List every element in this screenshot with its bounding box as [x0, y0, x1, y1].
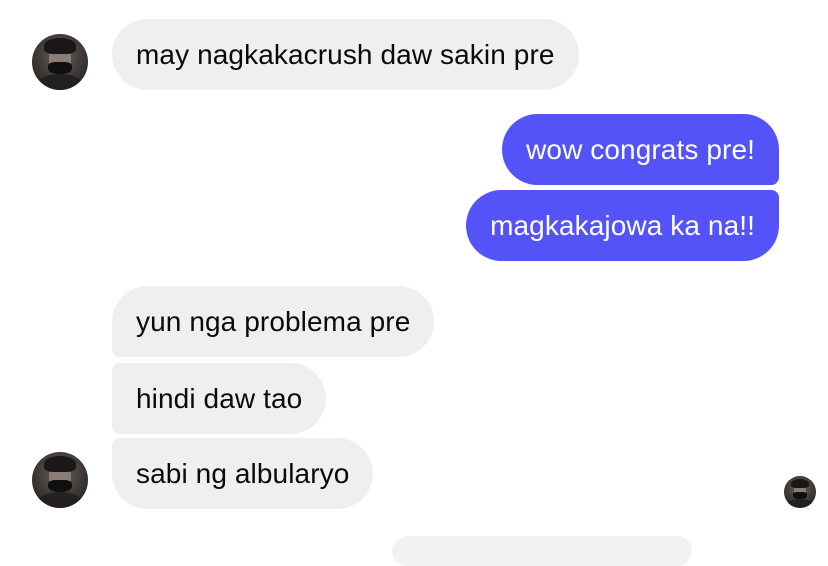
contact-avatar-icon[interactable] [32, 452, 88, 508]
contact-avatar-icon[interactable] [32, 34, 88, 90]
message-bubble-incoming[interactable]: hindi daw tao [112, 363, 327, 434]
message-bubble-outgoing[interactable]: wow congrats pre! [502, 114, 779, 185]
read-receipt-avatar-icon [784, 476, 816, 508]
message-bubble-outgoing[interactable]: magkakajowa ka na!! [466, 190, 779, 261]
message-bubble-incoming[interactable]: may nagkakacrush daw sakin pre [112, 19, 579, 90]
message-bubble-incoming[interactable]: yun nga problema pre [112, 286, 435, 357]
message-bubble-incoming[interactable]: sabi ng albularyo [112, 438, 374, 509]
message-bubble-partial[interactable] [392, 536, 692, 566]
